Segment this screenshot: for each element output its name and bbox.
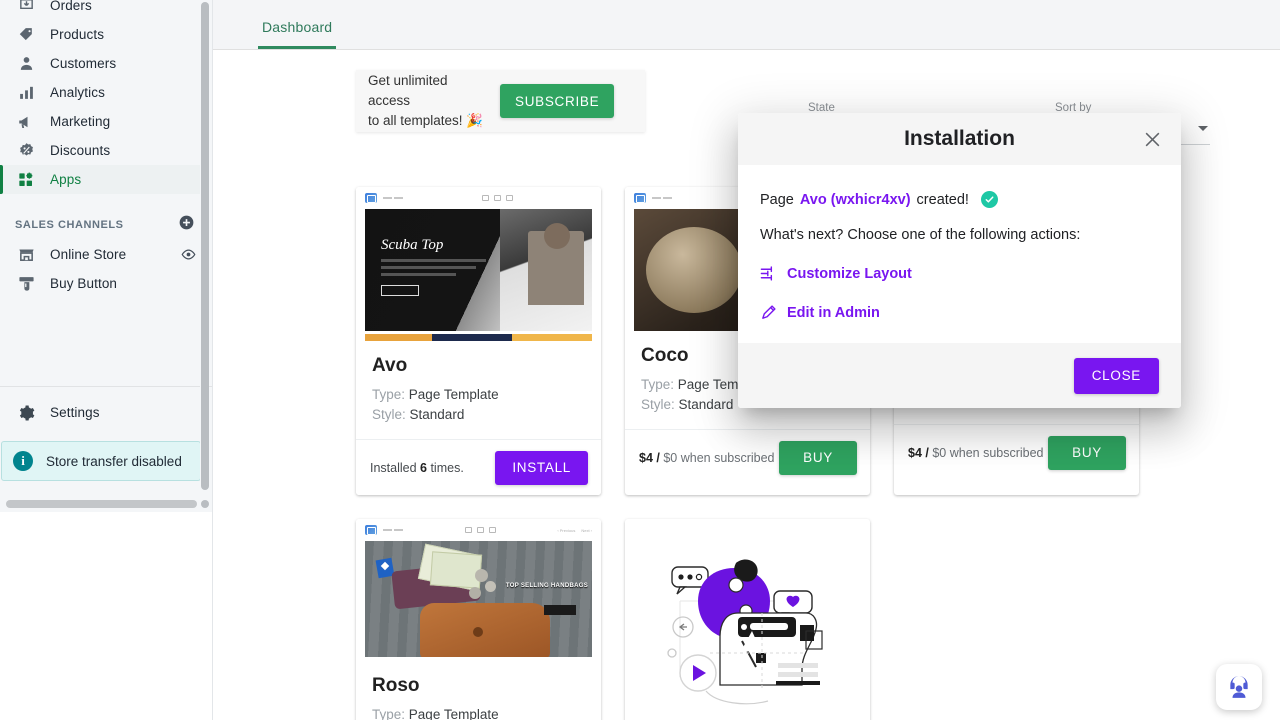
modal-prompt: What's next? Choose one of the following… <box>760 227 1159 243</box>
installation-modal: Installation Page Avo (wxhicr4xv) create… <box>738 113 1181 408</box>
buy-button-icon <box>15 274 37 294</box>
sidebar-item-label: Buy Button <box>50 276 117 291</box>
modal-header: Installation <box>738 113 1181 165</box>
sidebar-empty-area <box>0 512 212 720</box>
sidebar-item-products[interactable]: Products <box>0 20 204 49</box>
bar-chart-icon <box>15 83 37 103</box>
gear-icon <box>15 403 37 423</box>
sidebar-item-settings[interactable]: Settings <box>0 398 204 427</box>
sidebar-horizontal-scrollbar-thumb[interactable] <box>6 500 197 508</box>
sliders-icon <box>760 265 777 282</box>
sidebar-nav: Orders Products Customers Analytics <box>0 0 212 194</box>
info-icon: i <box>13 451 33 471</box>
modal-status-line: Page Avo (wxhicr4xv) created! <box>760 191 1159 208</box>
megaphone-icon <box>15 112 37 132</box>
support-headset-icon <box>1226 674 1252 700</box>
modal-close-button[interactable]: CLOSE <box>1074 358 1159 394</box>
created-page-name[interactable]: Avo (wxhicr4xv) <box>800 192 911 208</box>
discount-icon <box>15 141 37 161</box>
sidebar-item-label: Apps <box>50 172 81 187</box>
sidebar-item-orders[interactable]: Orders <box>0 0 204 20</box>
main-area: Dashboard Get unlimited access to all te… <box>213 0 1280 720</box>
sidebar-item-analytics[interactable]: Analytics <box>0 78 204 107</box>
sidebar-item-apps[interactable]: Apps <box>0 165 204 194</box>
store-transfer-banner[interactable]: i Store transfer disabled <box>1 441 201 481</box>
tab-dashboard-label: Dashboard <box>262 19 332 35</box>
sidebar-item-marketing[interactable]: Marketing <box>0 107 204 136</box>
scrollbar-corner <box>201 500 209 508</box>
modal-footer: CLOSE <box>738 343 1181 408</box>
edit-in-admin-label: Edit in Admin <box>787 305 880 321</box>
customize-layout-action[interactable]: Customize Layout <box>760 265 1159 282</box>
eye-icon[interactable] <box>181 247 196 262</box>
sidebar-item-label: Settings <box>50 405 100 420</box>
customize-layout-label: Customize Layout <box>787 266 912 282</box>
orders-icon <box>15 0 37 16</box>
sidebar-item-label: Products <box>50 27 104 42</box>
modal-line1-prefix: Page <box>760 192 794 208</box>
sidebar-item-label: Discounts <box>50 143 110 158</box>
storefront-icon <box>15 245 37 265</box>
plus-circle-icon[interactable] <box>179 215 194 235</box>
store-transfer-label: Store transfer disabled <box>46 454 182 469</box>
support-chat-button[interactable] <box>1216 664 1262 710</box>
tab-dashboard[interactable]: Dashboard <box>258 19 336 49</box>
check-circle-icon <box>981 191 998 208</box>
sidebar: Orders Products Customers Analytics <box>0 0 213 720</box>
apps-grid-icon <box>15 170 37 190</box>
sales-channels-list: Online Store Buy Button <box>0 240 212 298</box>
sidebar-item-buy-button[interactable]: Buy Button <box>0 269 204 298</box>
sidebar-item-online-store[interactable]: Online Store <box>0 240 204 269</box>
sidebar-item-label: Orders <box>50 0 92 13</box>
content-area: Get unlimited access to all templates! 🎉… <box>213 50 1280 720</box>
sidebar-settings-list: Settings <box>0 387 212 427</box>
modal-line1-suffix: created! <box>917 192 969 208</box>
sidebar-item-label: Online Store <box>50 247 126 262</box>
pencil-icon <box>760 304 777 321</box>
sidebar-item-customers[interactable]: Customers <box>0 49 204 78</box>
sidebar-item-label: Marketing <box>50 114 110 129</box>
modal-body: Page Avo (wxhicr4xv) created! What's nex… <box>738 165 1181 343</box>
sidebar-item-label: Analytics <box>50 85 105 100</box>
modal-title: Installation <box>904 127 1015 151</box>
person-icon <box>15 54 37 74</box>
sidebar-vertical-scrollbar-thumb[interactable] <box>201 2 209 490</box>
sales-channels-header: SALES CHANNELS <box>0 210 212 240</box>
close-icon[interactable] <box>1139 126 1165 152</box>
sidebar-item-label: Customers <box>50 56 116 71</box>
sidebar-item-discounts[interactable]: Discounts <box>0 136 204 165</box>
sales-channels-title: SALES CHANNELS <box>15 219 124 231</box>
app-root: Orders Products Customers Analytics <box>0 0 1280 720</box>
edit-in-admin-action[interactable]: Edit in Admin <box>760 304 1159 321</box>
topbar: Dashboard <box>213 0 1280 50</box>
tag-icon <box>15 25 37 45</box>
